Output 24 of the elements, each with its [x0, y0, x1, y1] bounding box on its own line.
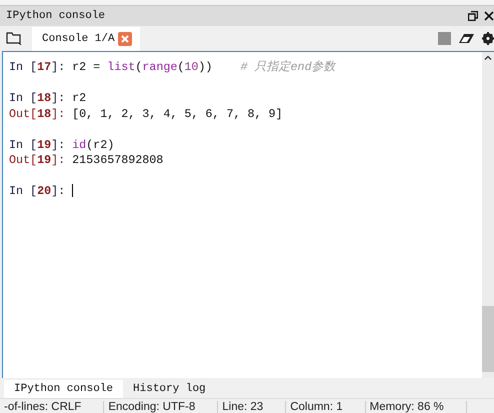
eraser-icon[interactable]	[459, 33, 474, 44]
status-item: Encoding: UTF-8	[104, 401, 218, 413]
console-line: In [20]:	[9, 184, 482, 200]
status-item: Memory: 86 %	[366, 401, 467, 413]
status-item: -of-lines: CRLF	[0, 401, 104, 413]
folder-icon[interactable]	[6, 31, 22, 45]
scroll-up-icon[interactable]	[484, 55, 492, 60]
console-line: In [17]: r2 = list(range(10)) # 只指定end参数	[9, 60, 338, 76]
status-item: Column: 1	[286, 401, 366, 413]
scrollbar-thumb[interactable]	[482, 306, 494, 372]
console-line: Out[19]: 2153657892808	[9, 153, 164, 168]
pane-title: IPython console	[6, 10, 106, 22]
console-line: In [18]: r2	[9, 91, 88, 106]
scrollbar[interactable]	[482, 52, 494, 378]
console-line: Out[18]: [0, 1, 2, 3, 4, 5, 6, 7, 8, 9]	[9, 106, 284, 122]
pane-tab[interactable]: History log	[123, 380, 216, 398]
gear-icon[interactable]	[482, 32, 494, 45]
close-tab-icon[interactable]	[118, 32, 132, 46]
console-line: In [19]: id(r2)	[9, 138, 116, 153]
pane-tab[interactable]: IPython console	[4, 380, 124, 398]
console-tab[interactable]: Console 1/A	[32, 27, 140, 51]
status-item: Line: 23	[218, 401, 286, 413]
close-icon[interactable]	[484, 11, 494, 21]
undock-icon[interactable]	[468, 11, 478, 21]
